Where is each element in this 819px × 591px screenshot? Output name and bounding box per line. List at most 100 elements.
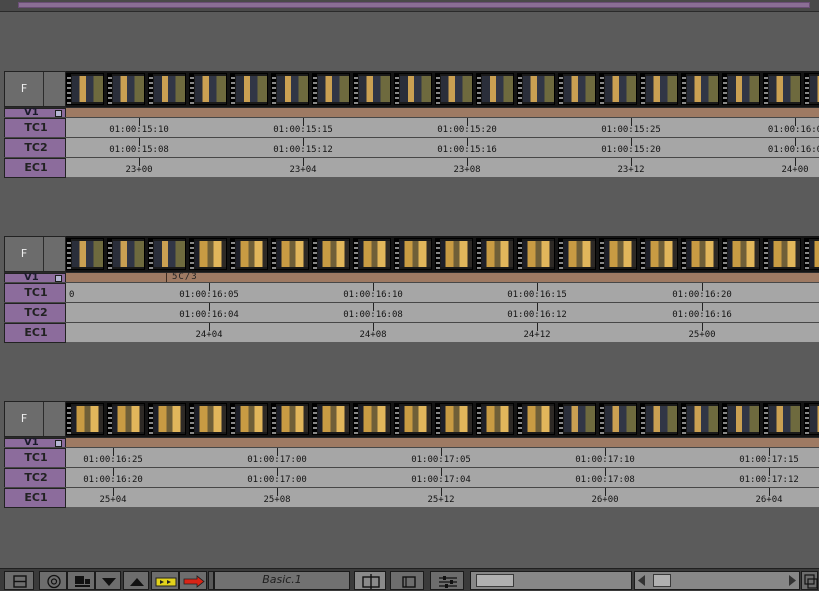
filmstrip[interactable] bbox=[66, 403, 819, 435]
frame-thumbnail[interactable] bbox=[107, 238, 145, 270]
frame-thumbnail[interactable] bbox=[107, 73, 145, 105]
frame-thumbnail[interactable] bbox=[353, 403, 391, 435]
frame-thumbnail[interactable] bbox=[312, 238, 350, 270]
frame-thumbnail[interactable] bbox=[189, 73, 227, 105]
video-track-v1[interactable]: V1 bbox=[4, 437, 819, 448]
frame-thumbnail[interactable] bbox=[230, 238, 268, 270]
frame-thumbnail[interactable] bbox=[640, 73, 678, 105]
frame-thumbnail[interactable] bbox=[435, 403, 473, 435]
track-monitor-checkbox[interactable] bbox=[55, 110, 62, 117]
frame-thumbnail[interactable] bbox=[558, 403, 596, 435]
frame-thumbnail[interactable] bbox=[230, 73, 268, 105]
frame-thumbnail[interactable] bbox=[435, 73, 473, 105]
scale-slider-thumb[interactable] bbox=[476, 574, 514, 587]
frame-thumbnail[interactable] bbox=[148, 403, 186, 435]
frame-thumbnail[interactable] bbox=[681, 238, 719, 270]
preset-selector[interactable]: Basic.1 bbox=[214, 571, 350, 590]
scroll-right-icon[interactable] bbox=[783, 572, 799, 589]
window-title-bar[interactable] bbox=[18, 2, 810, 8]
tc2-track-header[interactable]: TC2 bbox=[4, 468, 66, 488]
film-track-header[interactable]: F bbox=[4, 236, 66, 272]
tc1-track-header[interactable]: TC1 bbox=[4, 118, 66, 138]
timecode-ruler[interactable]: 01:00:15:10 01:00:15:15 01:00:15:20 01:00:1… bbox=[66, 118, 819, 138]
timecode-ruler[interactable]: 01:00:16:20 01:00:17:00 01:00:17:04 01:00:1… bbox=[66, 468, 819, 488]
timeline-scrollbar[interactable] bbox=[634, 571, 800, 590]
timecode-ruler[interactable]: 25+04 25+08 25+12 26+00 26+04 bbox=[66, 488, 819, 508]
frame-thumbnail[interactable] bbox=[66, 238, 104, 270]
frame-thumbnail[interactable] bbox=[353, 73, 391, 105]
timecode-ruler[interactable]: 01:00:16:25 01:00:17:00 01:00:17:05 01:00:1… bbox=[66, 448, 819, 468]
yellow-arrow-button[interactable] bbox=[151, 571, 179, 590]
frame-thumbnail[interactable] bbox=[435, 238, 473, 270]
split-view-button[interactable] bbox=[354, 571, 386, 590]
timecode-ruler[interactable]: 01:00:16:04 01:00:16:08 01:00:16:12 01:00:1… bbox=[66, 303, 819, 323]
frame-thumbnail[interactable] bbox=[804, 238, 819, 270]
frame-thumbnail[interactable] bbox=[66, 403, 104, 435]
target-button[interactable] bbox=[39, 571, 67, 590]
frame-thumbnail[interactable] bbox=[804, 403, 819, 435]
frame-thumbnail[interactable] bbox=[271, 238, 309, 270]
frame-thumbnail[interactable] bbox=[517, 238, 555, 270]
frame-thumbnail[interactable] bbox=[640, 403, 678, 435]
timecode-ruler[interactable]: 23+00 23+04 23+08 23+12 24+00 bbox=[66, 158, 819, 178]
lower-track-button[interactable] bbox=[95, 571, 121, 590]
frame-thumbnail[interactable] bbox=[681, 403, 719, 435]
frame-thumbnail[interactable] bbox=[722, 238, 760, 270]
frame-thumbnail[interactable] bbox=[66, 73, 104, 105]
frame-thumbnail[interactable] bbox=[312, 403, 350, 435]
video-track-v1[interactable]: V1 bbox=[4, 107, 819, 118]
scroll-left-icon[interactable] bbox=[635, 572, 651, 589]
tc2-track-header[interactable]: TC2 bbox=[4, 303, 66, 323]
filmstrip[interactable] bbox=[66, 238, 819, 270]
frame-thumbnail[interactable] bbox=[394, 238, 432, 270]
film-track-header[interactable]: F bbox=[4, 401, 66, 437]
frame-thumbnail[interactable] bbox=[558, 73, 596, 105]
frame-thumbnail[interactable] bbox=[353, 238, 391, 270]
frame-thumbnail[interactable] bbox=[189, 238, 227, 270]
frame-thumbnail[interactable] bbox=[148, 73, 186, 105]
frame-thumbnail[interactable] bbox=[476, 73, 514, 105]
frame-thumbnail[interactable] bbox=[804, 73, 819, 105]
frame-thumbnail[interactable] bbox=[476, 403, 514, 435]
frame-thumbnail[interactable] bbox=[599, 73, 637, 105]
raise-track-button[interactable] bbox=[123, 571, 149, 590]
ec1-track-header[interactable]: EC1 bbox=[4, 158, 66, 178]
tc1-track-header[interactable]: TC1 bbox=[4, 448, 66, 468]
red-arrow-button[interactable] bbox=[179, 571, 207, 590]
filmstrip[interactable] bbox=[66, 73, 819, 105]
frame-thumbnail[interactable] bbox=[722, 403, 760, 435]
frame-view-button[interactable] bbox=[390, 571, 424, 590]
frame-thumbnail[interactable] bbox=[517, 73, 555, 105]
track-monitor-checkbox[interactable] bbox=[55, 440, 62, 447]
scrollbar-thumb[interactable] bbox=[653, 574, 671, 587]
frame-thumbnail[interactable] bbox=[394, 73, 432, 105]
film-track-header[interactable]: F bbox=[4, 71, 66, 107]
frame-thumbnail[interactable] bbox=[763, 403, 801, 435]
track-monitor-checkbox[interactable] bbox=[55, 275, 62, 282]
frame-thumbnail[interactable] bbox=[476, 238, 514, 270]
tc1-track-header[interactable]: TC1 bbox=[4, 283, 66, 303]
settings-sliders-button[interactable] bbox=[430, 571, 464, 590]
frame-thumbnail[interactable] bbox=[558, 238, 596, 270]
timeline-scale-slider[interactable] bbox=[470, 571, 632, 590]
frame-thumbnail[interactable] bbox=[681, 73, 719, 105]
frame-thumbnail[interactable] bbox=[394, 403, 432, 435]
ec1-track-header[interactable]: EC1 bbox=[4, 488, 66, 508]
frame-thumbnail[interactable] bbox=[148, 238, 186, 270]
frame-thumbnail[interactable] bbox=[763, 73, 801, 105]
window-resize-button[interactable] bbox=[801, 571, 818, 590]
frame-thumbnail[interactable] bbox=[763, 238, 801, 270]
tc2-track-header[interactable]: TC2 bbox=[4, 138, 66, 158]
monitor-button[interactable] bbox=[67, 571, 95, 590]
frame-thumbnail[interactable] bbox=[271, 73, 309, 105]
frame-thumbnail[interactable] bbox=[271, 403, 309, 435]
ec1-track-header[interactable]: EC1 bbox=[4, 323, 66, 343]
frame-thumbnail[interactable] bbox=[599, 403, 637, 435]
frame-thumbnail[interactable] bbox=[722, 73, 760, 105]
frame-thumbnail[interactable] bbox=[189, 403, 227, 435]
stack-view-button[interactable] bbox=[4, 571, 34, 590]
timecode-ruler[interactable]: 0 01:00:16:05 01:00:16:10 01:00:16:15 01:00:… bbox=[66, 283, 819, 303]
frame-thumbnail[interactable] bbox=[230, 403, 268, 435]
frame-thumbnail[interactable] bbox=[599, 238, 637, 270]
frame-thumbnail[interactable] bbox=[517, 403, 555, 435]
